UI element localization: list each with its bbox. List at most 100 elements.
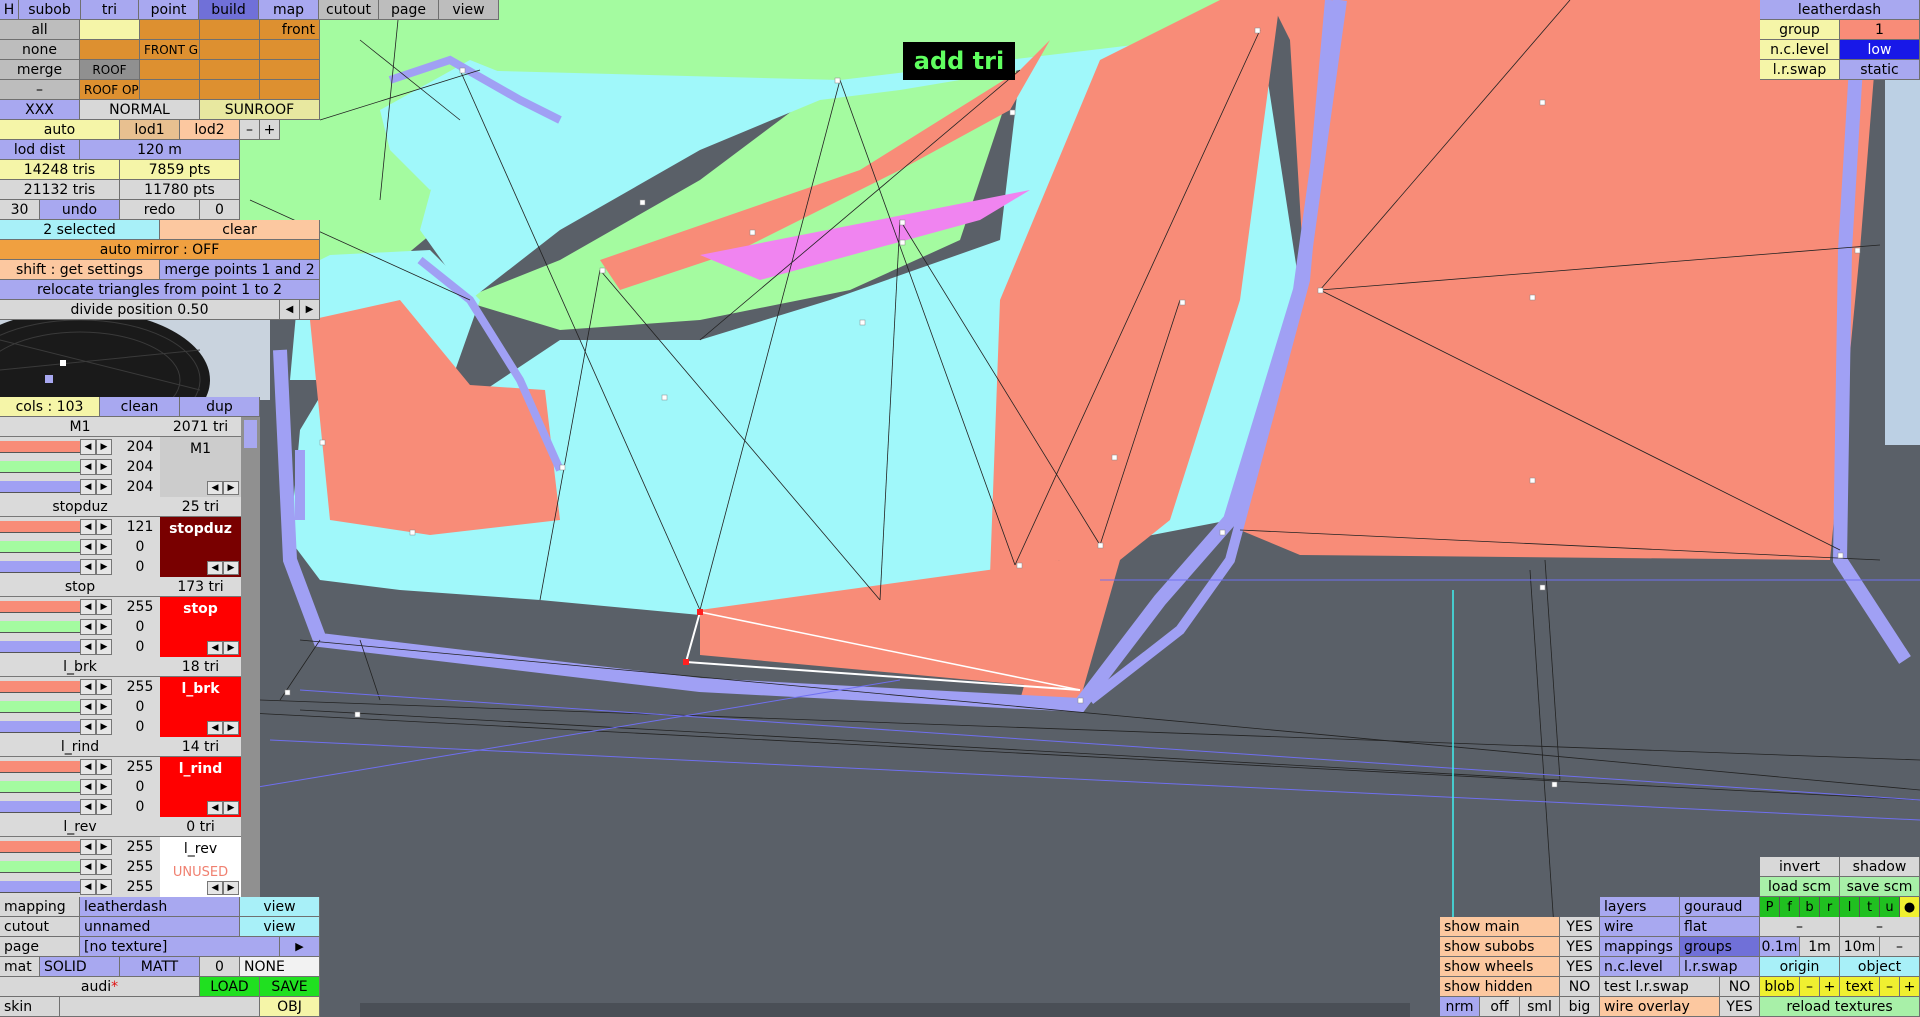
cols-clean-button[interactable]: clean — [100, 397, 180, 417]
slider-left-arrow[interactable]: ◀ — [80, 599, 96, 615]
color-slider-green[interactable] — [0, 861, 80, 873]
subob-slot[interactable] — [260, 60, 320, 80]
slider-left-arrow[interactable]: ◀ — [80, 459, 96, 475]
material-name[interactable]: l_rind — [0, 737, 160, 757]
lod-minus-button[interactable]: – — [240, 120, 260, 140]
test-lr-swap-toggle[interactable]: NO — [1720, 977, 1760, 997]
subob-slot[interactable] — [260, 80, 320, 100]
subob-slot[interactable] — [200, 20, 260, 40]
slider-right-arrow[interactable]: ▶ — [96, 519, 112, 535]
material-name[interactable]: stopduz — [0, 497, 160, 517]
color-slider-red[interactable] — [0, 521, 80, 533]
subob-slot[interactable] — [260, 40, 320, 60]
tab-cutout[interactable]: cutout — [319, 0, 379, 20]
subob-slot[interactable] — [80, 20, 140, 40]
color-slider-blue[interactable] — [0, 481, 80, 493]
subob-slot[interactable] — [140, 20, 200, 40]
object-button[interactable]: object — [1840, 957, 1920, 977]
relocate-triangles-button[interactable]: relocate triangles from point 1 to 2 — [0, 280, 320, 300]
slider-left-arrow[interactable]: ◀ — [80, 479, 96, 495]
tab-page[interactable]: page — [379, 0, 439, 20]
slider-left-arrow[interactable]: ◀ — [80, 759, 96, 775]
divide-right-arrow[interactable]: ▶ — [300, 300, 320, 320]
lod2-button[interactable]: lod2 — [180, 120, 240, 140]
render-off[interactable]: off — [1480, 997, 1520, 1017]
subob-front[interactable]: front — [260, 20, 320, 40]
material-name[interactable]: l_rev — [0, 817, 160, 837]
mat-matt[interactable]: MATT — [120, 957, 200, 977]
slider-right-arrow[interactable]: ▶ — [96, 439, 112, 455]
view-axis-button[interactable]: r — [1820, 897, 1840, 917]
slider-right-arrow[interactable]: ▶ — [96, 479, 112, 495]
color-slider-blue[interactable] — [0, 881, 80, 893]
load-scm-button[interactable]: load scm — [1760, 877, 1840, 897]
show-main-toggle[interactable]: YES — [1560, 917, 1600, 937]
cols-dup-button[interactable]: dup — [180, 397, 260, 417]
color-slider-green[interactable] — [0, 781, 80, 793]
swatch-left-arrow[interactable]: ◀ — [207, 881, 223, 895]
auto-mirror-toggle[interactable]: auto mirror : OFF — [0, 240, 320, 260]
select-all-button[interactable]: all — [0, 20, 80, 40]
material-name[interactable]: stop — [0, 577, 160, 597]
view-axis-button[interactable]: ● — [1900, 897, 1920, 917]
slider-right-arrow[interactable]: ▶ — [96, 639, 112, 655]
tab-subob[interactable]: subob — [19, 0, 81, 20]
subob-roof[interactable]: ROOF — [80, 60, 140, 80]
render-big[interactable]: big — [1560, 997, 1600, 1017]
nc-level-value[interactable]: low — [1840, 40, 1920, 60]
page-next-arrow[interactable]: ▶ — [280, 937, 320, 957]
color-slider-red[interactable] — [0, 681, 80, 693]
cutout-view-button[interactable]: view — [240, 917, 320, 937]
tab-h[interactable]: H — [0, 0, 19, 20]
slider-right-arrow[interactable]: ▶ — [96, 759, 112, 775]
slider-left-arrow[interactable]: ◀ — [80, 439, 96, 455]
merge-points-button[interactable]: merge points 1 and 2 — [160, 260, 320, 280]
subob-slot[interactable] — [140, 80, 200, 100]
show-wheels-toggle[interactable]: YES — [1560, 957, 1600, 977]
flat-button[interactable]: flat — [1680, 917, 1760, 937]
view-axis-button[interactable]: b — [1800, 897, 1820, 917]
tab-view[interactable]: view — [439, 0, 499, 20]
slider-right-arrow[interactable]: ▶ — [96, 619, 112, 635]
blob-minus[interactable]: – — [1800, 977, 1820, 997]
lr-swap-value[interactable]: static — [1840, 60, 1920, 80]
swatch-left-arrow[interactable]: ◀ — [207, 721, 223, 735]
view-axis-button[interactable]: l — [1840, 897, 1860, 917]
slider-right-arrow[interactable]: ▶ — [96, 779, 112, 795]
slider-right-arrow[interactable]: ▶ — [96, 859, 112, 875]
swatch-right-arrow[interactable]: ▶ — [223, 881, 239, 895]
step-0-1m[interactable]: 0.1m — [1760, 937, 1800, 957]
swatch-left-arrow[interactable]: ◀ — [207, 641, 223, 655]
save-scm-button[interactable]: save scm — [1840, 877, 1920, 897]
nudge-minus-a[interactable]: – — [1760, 917, 1840, 937]
clear-selection-button[interactable]: clear — [160, 220, 320, 240]
shift-get-settings[interactable]: shift : get settings — [0, 260, 160, 280]
viewport-3d[interactable] — [0, 0, 1920, 1017]
view-axis-button[interactable]: P — [1760, 897, 1780, 917]
tab-build[interactable]: build — [199, 0, 259, 20]
render-nrm[interactable]: nrm — [1440, 997, 1480, 1017]
swatch-right-arrow[interactable]: ▶ — [223, 721, 239, 735]
slider-left-arrow[interactable]: ◀ — [80, 519, 96, 535]
slider-left-arrow[interactable]: ◀ — [80, 699, 96, 715]
mapping-view-button[interactable]: view — [240, 897, 320, 917]
save-button[interactable]: SAVE — [260, 977, 320, 997]
origin-button[interactable]: origin — [1760, 957, 1840, 977]
swatch-right-arrow[interactable]: ▶ — [223, 561, 239, 575]
color-slider-red[interactable] — [0, 761, 80, 773]
select-none-button[interactable]: none — [0, 40, 80, 60]
subob-slot[interactable] — [140, 60, 200, 80]
page-value[interactable]: [no texture] — [80, 937, 280, 957]
divide-left-arrow[interactable]: ◀ — [280, 300, 300, 320]
load-button[interactable]: LOAD — [200, 977, 260, 997]
slider-left-arrow[interactable]: ◀ — [80, 619, 96, 635]
color-slider-green[interactable] — [0, 461, 80, 473]
skin-field[interactable] — [60, 997, 260, 1017]
swatch-left-arrow[interactable]: ◀ — [207, 561, 223, 575]
groups-button[interactable]: groups — [1680, 937, 1760, 957]
nudge-minus-b[interactable]: – — [1840, 917, 1920, 937]
mappings-button[interactable]: mappings — [1600, 937, 1680, 957]
swatch-right-arrow[interactable]: ▶ — [223, 801, 239, 815]
view-axis-button[interactable]: f — [1780, 897, 1800, 917]
slider-left-arrow[interactable]: ◀ — [80, 799, 96, 815]
